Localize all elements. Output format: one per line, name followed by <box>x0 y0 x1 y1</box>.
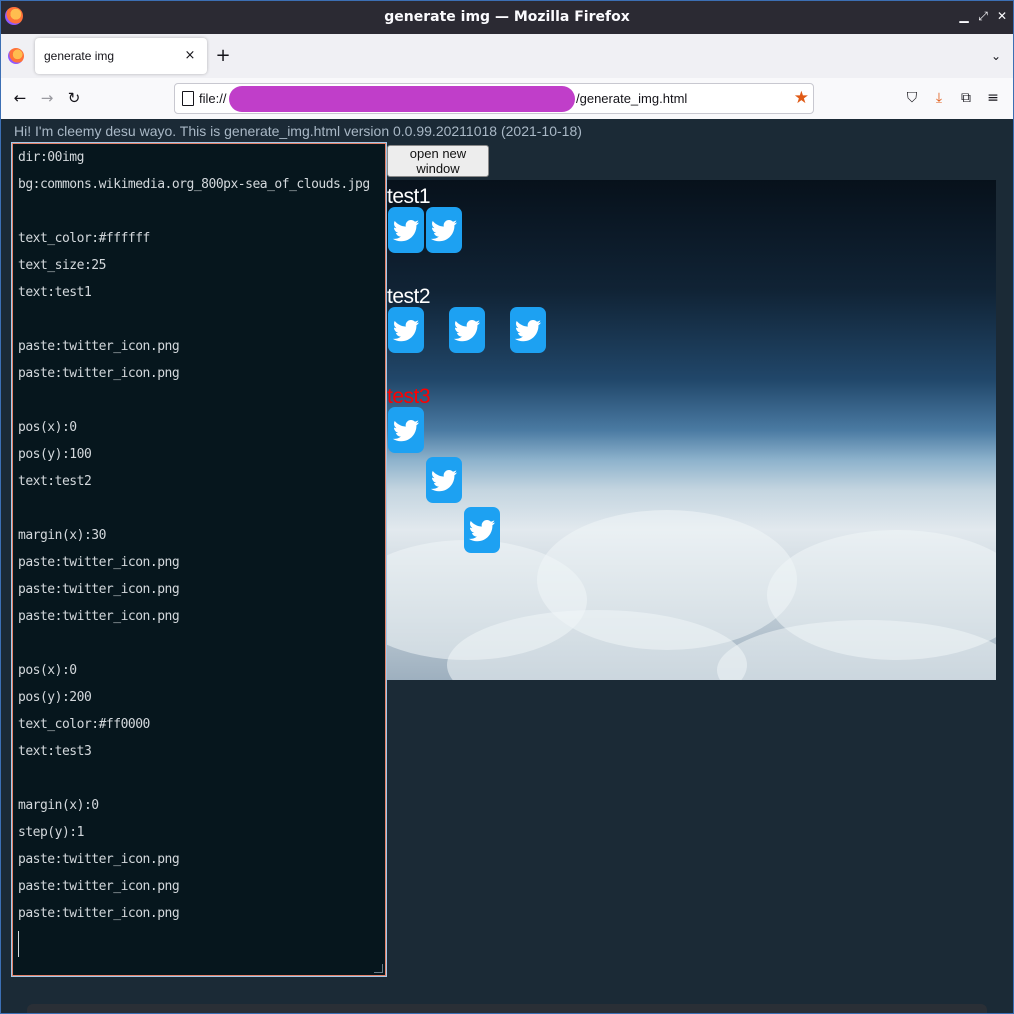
code-line: margin(x):0 <box>18 798 99 813</box>
tab-label: generate img <box>44 49 115 63</box>
tab-close-icon[interactable]: × <box>181 47 199 65</box>
title-bar: generate img — Mozilla Firefox ▁ ⤢ ✕ <box>0 0 1014 34</box>
code-line: paste:twitter_icon.png <box>18 582 180 597</box>
download-icon[interactable]: ⤓ <box>929 88 949 108</box>
code-line: margin(x):30 <box>18 528 106 543</box>
minimize-icon[interactable]: ▁ <box>956 8 972 24</box>
firefox-view-icon[interactable] <box>8 48 24 64</box>
code-line: pos(x):0 <box>18 420 77 435</box>
code-line: text_color:#ff0000 <box>18 717 150 732</box>
code-line: step(y):1 <box>18 825 84 840</box>
close-window-icon[interactable]: ✕ <box>994 8 1010 24</box>
code-line: text:test3 <box>18 744 92 759</box>
new-tab-icon[interactable]: + <box>213 46 233 66</box>
code-editor-textarea[interactable]: dir:00img bg:commons.wikimedia.org_800px-… <box>11 142 387 977</box>
code-line: paste:twitter_icon.png <box>18 609 180 624</box>
resize-grip-icon[interactable] <box>374 964 383 973</box>
url-redaction <box>229 86 575 112</box>
twitter-icon <box>388 407 424 453</box>
code-line: text:test1 <box>18 285 92 300</box>
back-arrow-icon[interactable]: ← <box>10 88 30 108</box>
restore-icon[interactable]: ⤢ <box>975 8 991 24</box>
code-line: paste:twitter_icon.png <box>18 852 180 867</box>
menu-icon[interactable]: ≡ <box>983 88 1003 108</box>
page-icon <box>182 91 194 106</box>
tab-list-chevron-icon[interactable]: ⌄ <box>986 46 1006 66</box>
pocket-icon[interactable]: ⛉ <box>902 88 922 108</box>
code-line: paste:twitter_icon.png <box>18 339 180 354</box>
bookmark-star-icon[interactable]: ★ <box>794 87 809 109</box>
twitter-icon <box>426 207 462 253</box>
code-line: pos(x):0 <box>18 663 77 678</box>
twitter-icon <box>388 307 424 353</box>
window-title: generate img — Mozilla Firefox <box>384 9 630 25</box>
open-new-window-button[interactable]: open new window <box>387 145 489 177</box>
preview-text-test2: test2 <box>387 285 431 308</box>
extensions-icon[interactable]: ⧉ <box>956 88 976 108</box>
twitter-icon <box>464 507 500 553</box>
tab-generate-img[interactable]: generate img × <box>35 38 207 74</box>
code-line: text_color:#ffffff <box>18 231 150 246</box>
code-line: paste:twitter_icon.png <box>18 555 180 570</box>
code-line: paste:twitter_icon.png <box>18 906 180 921</box>
url-suffix: /generate_img.html <box>576 91 688 106</box>
code-line: pos(y):200 <box>18 690 92 705</box>
url-bar[interactable]: file:// /generate_img.html ★ <box>174 83 814 114</box>
code-line: bg:commons.wikimedia.org_800px-sea_of_cl… <box>18 177 370 192</box>
twitter-icon <box>510 307 546 353</box>
preview-text-test3: test3 <box>387 385 431 408</box>
bottom-strip <box>27 1004 987 1014</box>
code-line: text_size:25 <box>18 258 106 273</box>
twitter-icon <box>426 457 462 503</box>
forward-arrow-icon[interactable]: → <box>37 88 57 108</box>
preview-text-test1: test1 <box>387 185 431 208</box>
twitter-icon <box>449 307 485 353</box>
code-line: paste:twitter_icon.png <box>18 366 180 381</box>
url-prefix: file:// <box>199 91 227 106</box>
code-line: paste:twitter_icon.png <box>18 879 180 894</box>
reload-icon[interactable]: ↻ <box>64 88 84 108</box>
code-line: text:test2 <box>18 474 92 489</box>
code-line: pos(y):100 <box>18 447 92 462</box>
greeting-text: Hi! I'm cleemy desu wayo. This is genera… <box>14 123 582 139</box>
text-caret <box>18 931 19 957</box>
code-line: dir:00img <box>18 150 84 165</box>
twitter-icon <box>388 207 424 253</box>
preview-image: test1 test2 test3 <box>387 180 996 680</box>
